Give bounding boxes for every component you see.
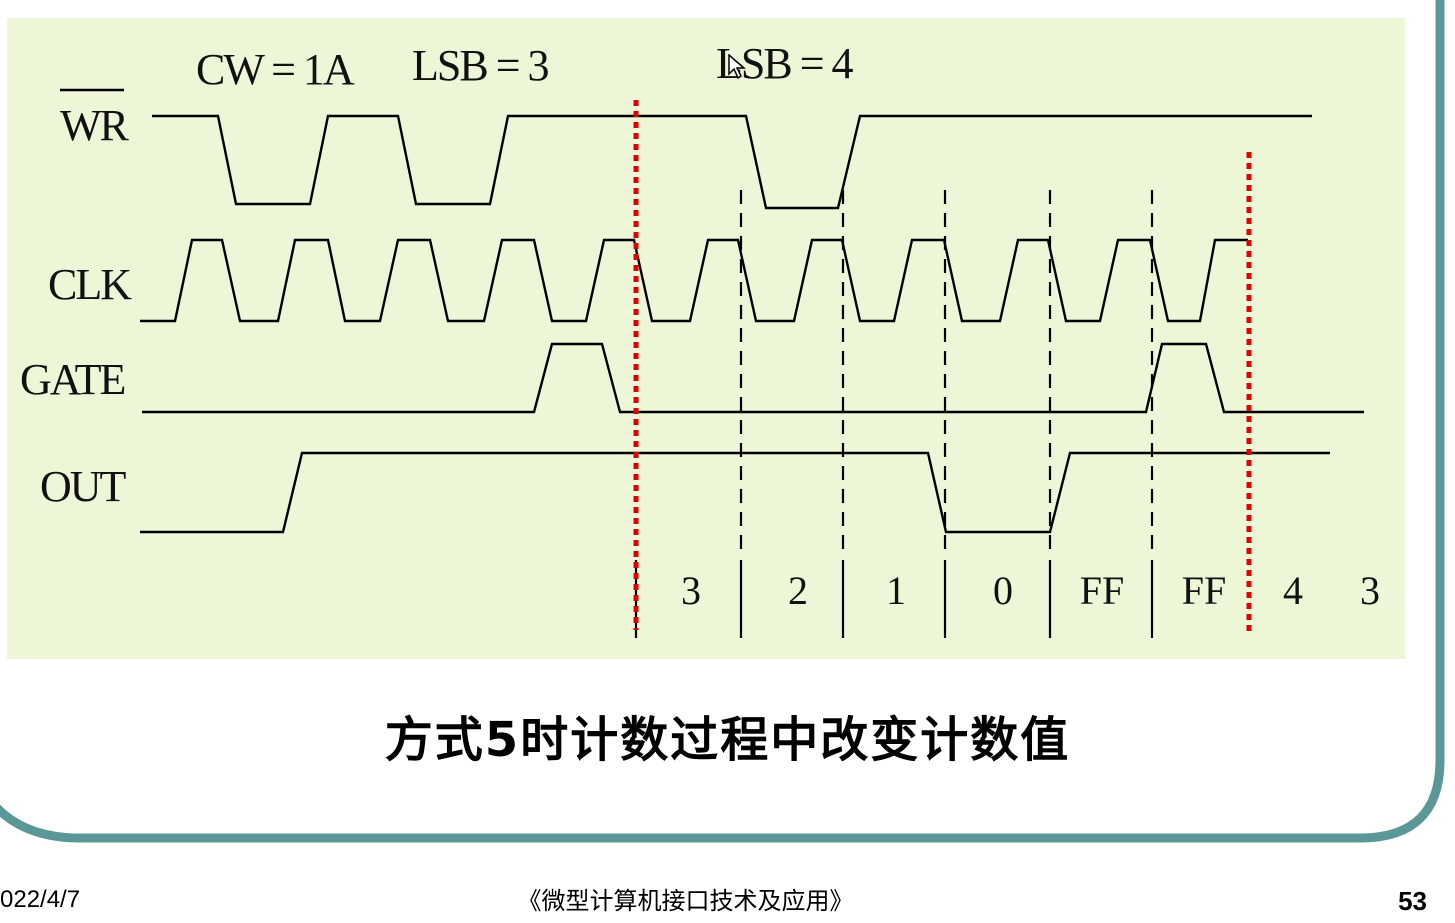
diagram-panel [7, 18, 1405, 659]
signal-label-out: OUT [40, 462, 126, 511]
count-value: 3 [681, 568, 701, 613]
slide-frame [0, 0, 1445, 843]
count-value: 3 [1360, 568, 1380, 613]
count-value: 4 [1283, 568, 1303, 613]
count-value: 2 [788, 568, 808, 613]
count-value: 0 [993, 568, 1013, 613]
count-value: FF [1079, 568, 1125, 613]
lsb-label-1: LSB = 3 [412, 41, 550, 90]
mouse-cursor-icon [728, 54, 746, 80]
signal-label-clk: CLK [48, 260, 132, 309]
cw-label: CW = 1A [196, 45, 355, 94]
page-number: 53 [1398, 886, 1427, 916]
footer-book-title: 《微型计算机接口技术及应用》 [517, 888, 854, 915]
slide-caption: 方式5时计数过程中改变计数值 [384, 712, 1071, 768]
signal-label-gate: GATE [20, 355, 126, 404]
count-value: FF [1181, 568, 1227, 613]
signal-label-wr: WR [60, 101, 129, 150]
count-value: 1 [886, 568, 906, 613]
